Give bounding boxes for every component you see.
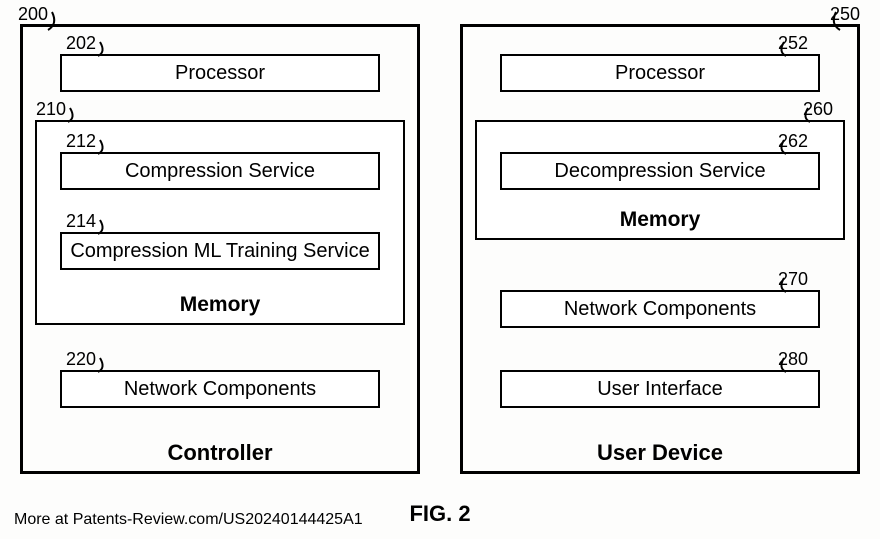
userdevice-memory-label: Memory bbox=[477, 208, 843, 232]
userdevice-processor-label: Processor bbox=[615, 62, 705, 85]
controller-title: Controller bbox=[20, 440, 420, 466]
controller-processor-label: Processor bbox=[175, 62, 265, 85]
ref-214: 214 bbox=[66, 211, 96, 232]
controller-memory-label: Memory bbox=[37, 293, 403, 317]
ref-212: 212 bbox=[66, 131, 96, 152]
user-interface-label: User Interface bbox=[597, 378, 723, 401]
ref-202: 202 bbox=[66, 33, 96, 54]
ref-210: 210 bbox=[36, 99, 66, 120]
ref-262: 262 bbox=[778, 131, 808, 152]
ref-260: 260 bbox=[803, 99, 833, 120]
decompression-service-box: Decompression Service bbox=[500, 152, 820, 190]
ref-200: 200 bbox=[18, 4, 48, 25]
figure-label: FIG. 2 bbox=[0, 501, 880, 527]
ref-250: 250 bbox=[830, 4, 860, 25]
userdevice-title: User Device bbox=[460, 440, 860, 466]
controller-processor-box: Processor bbox=[60, 54, 380, 92]
ref-252: 252 bbox=[778, 33, 808, 54]
compression-service-label: Compression Service bbox=[125, 160, 315, 183]
controller-network-label: Network Components bbox=[124, 378, 316, 401]
ref-270: 270 bbox=[778, 269, 808, 290]
decompression-service-label: Decompression Service bbox=[554, 160, 765, 183]
patent-figure: 200 Controller Processor 202 Memory 210 … bbox=[0, 0, 880, 539]
compression-training-box: Compression ML Training Service bbox=[60, 232, 380, 270]
user-interface-box: User Interface bbox=[500, 370, 820, 408]
ref-280: 280 bbox=[778, 349, 808, 370]
userdevice-network-box: Network Components bbox=[500, 290, 820, 328]
userdevice-network-label: Network Components bbox=[564, 298, 756, 321]
ref-220: 220 bbox=[66, 349, 96, 370]
userdevice-processor-box: Processor bbox=[500, 54, 820, 92]
controller-network-box: Network Components bbox=[60, 370, 380, 408]
compression-service-box: Compression Service bbox=[60, 152, 380, 190]
compression-training-label: Compression ML Training Service bbox=[70, 240, 369, 263]
